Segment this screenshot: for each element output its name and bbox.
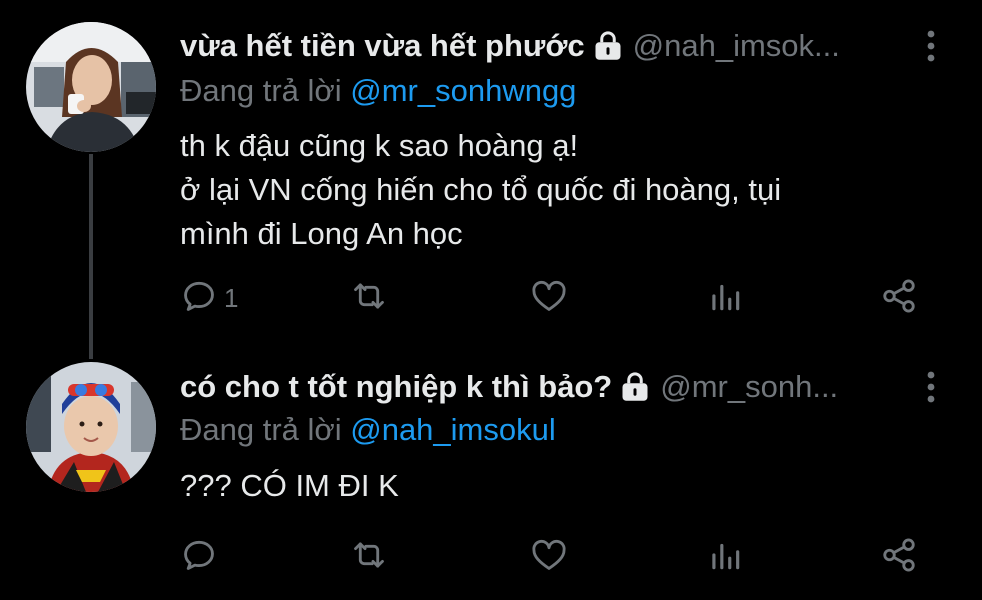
retweet-button[interactable] — [350, 276, 388, 320]
like-button[interactable] — [530, 535, 568, 579]
share-button[interactable] — [880, 276, 918, 320]
heart-icon — [530, 277, 568, 320]
retweet-button[interactable] — [350, 535, 388, 579]
replying-to: Đang trả lời @nah_imsokul — [180, 410, 556, 450]
tweet-text: th k đậu cũng k sao hoàng ạ! ở lại VN cố… — [180, 124, 942, 256]
replying-to-prefix: Đang trả lời — [180, 73, 351, 108]
retweet-icon — [350, 536, 388, 579]
display-name[interactable]: có cho t tốt nghiệp k thì bảo? — [180, 367, 612, 407]
lock-icon — [620, 372, 650, 402]
share-icon — [880, 277, 918, 320]
mention-link[interactable]: @mr_sonhwngg — [350, 73, 576, 108]
user-handle[interactable]: @nah_imsok... — [633, 26, 912, 66]
tweet-header: vừa hết tiền vừa hết phước @nah_imsok... — [180, 26, 912, 66]
stats-icon — [706, 277, 744, 320]
stats-button[interactable] — [706, 276, 744, 320]
share-icon — [880, 536, 918, 579]
tweet-text-line: th k đậu cũng k sao hoàng ạ! — [180, 128, 579, 163]
reply-button[interactable]: 1 — [180, 276, 238, 320]
heart-icon — [530, 536, 568, 579]
tweet[interactable]: vừa hết tiền vừa hết phước @nah_imsok...… — [0, 0, 982, 340]
tweet-text-line: ??? CÓ IM ĐI K — [180, 468, 399, 503]
user-handle[interactable]: @mr_sonh... — [660, 367, 912, 407]
reply-icon — [180, 277, 218, 320]
lock-icon — [593, 31, 623, 61]
more-vertical-icon[interactable] — [924, 367, 938, 407]
replying-to-prefix: Đang trả lời — [180, 412, 351, 447]
like-button[interactable] — [530, 276, 568, 320]
stats-button[interactable] — [706, 535, 744, 579]
reply-thread: vừa hết tiền vừa hết phước @nah_imsok...… — [0, 0, 982, 600]
reply-button[interactable] — [180, 535, 224, 579]
avatar[interactable] — [26, 22, 156, 152]
mention-link[interactable]: @nah_imsokul — [350, 412, 556, 447]
reply-count: 1 — [224, 282, 239, 313]
avatar[interactable] — [26, 362, 156, 492]
share-button[interactable] — [880, 535, 918, 579]
reply-icon — [180, 536, 218, 579]
tweet-text: ??? CÓ IM ĐI K — [180, 464, 942, 508]
more-vertical-icon[interactable] — [924, 26, 938, 66]
replying-to: Đang trả lời @mr_sonhwngg — [180, 71, 576, 111]
tweet-actions — [180, 535, 940, 579]
tweet-header: có cho t tốt nghiệp k thì bảo? @mr_sonh.… — [180, 367, 912, 407]
tweet-actions: 1 — [180, 276, 940, 320]
tweet-text-line: mình đi Long An học — [180, 216, 463, 251]
tweet-text-line: ở lại VN cống hiến cho tổ quốc đi hoàng,… — [180, 172, 782, 207]
stats-icon — [706, 536, 744, 579]
retweet-icon — [350, 277, 388, 320]
tweet[interactable]: có cho t tốt nghiệp k thì bảo? @mr_sonh.… — [0, 355, 982, 600]
display-name[interactable]: vừa hết tiền vừa hết phước — [180, 26, 585, 66]
